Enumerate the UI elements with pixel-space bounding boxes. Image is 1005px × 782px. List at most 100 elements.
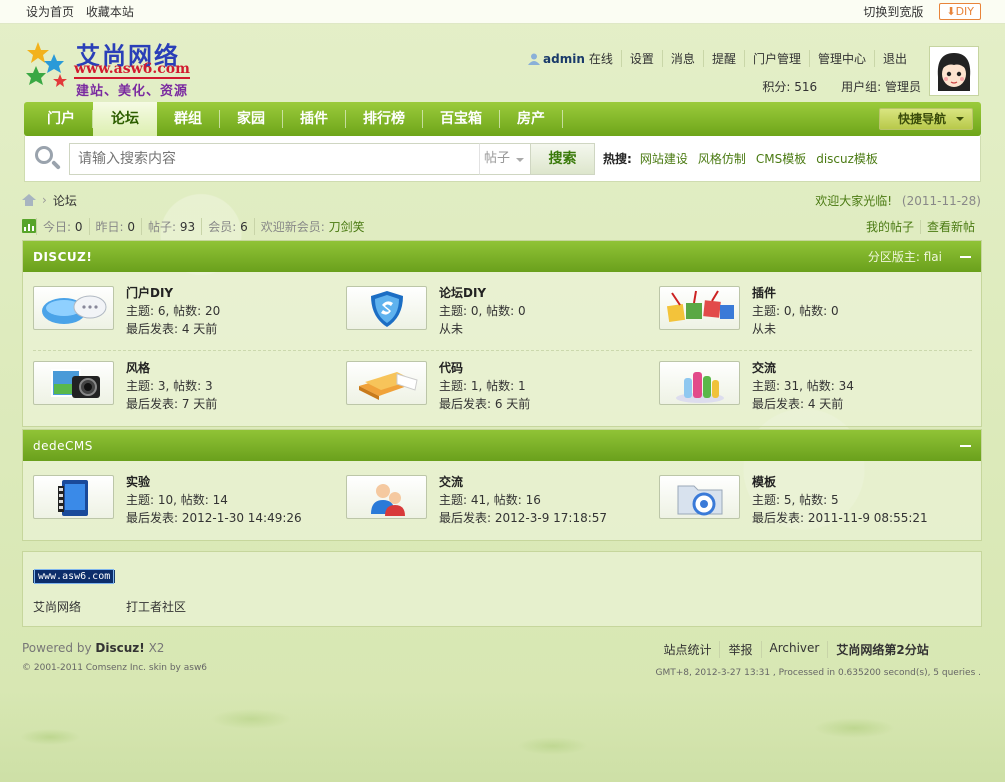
top-bar-left: 设为首页 收藏本站 [26,3,134,20]
collapse-icon[interactable] [960,444,971,447]
stat-today-label: 今日: [43,219,72,234]
new-member-link[interactable]: 刀剑笑 [329,220,365,234]
forum-last-post[interactable]: 最后发表: 4 天前 [752,395,854,413]
search-icon [33,144,63,174]
nav-item-ranking[interactable]: 排行榜 [346,110,423,128]
new-posts-link[interactable]: 查看新帖 [919,219,981,234]
nav-item-home[interactable]: 家园 [220,110,283,128]
search-type-select[interactable]: 帖子 [479,142,531,175]
search-input[interactable] [69,142,479,175]
nav-item-realestate[interactable]: 房产 [500,110,563,128]
admin-center-link[interactable]: 管理中心 [808,50,874,67]
section-header: dedeCMS [23,430,981,461]
breadcrumb-separator-icon: › [42,193,47,207]
cloud-chat-icon[interactable] [33,286,114,330]
forum-stats: 主题: 3, 帖数: 3 [126,379,213,393]
breadcrumb: › 论坛 欢迎大家光临! (2011-11-28) [22,192,981,208]
forum-item: 门户DIY 主题: 6, 帖数: 20 最后发表: 4 天前 [33,276,346,351]
forum-name[interactable]: 交流 [752,361,776,375]
camera-icon[interactable] [33,361,114,405]
friend-link[interactable]: 打工者社区 [126,598,186,615]
site-logo[interactable]: 艾尚网络 www.asw6.com 建站、美化、资源 [24,36,204,99]
powered-brand: Discuz! [95,641,145,655]
moderator-link[interactable]: flai [924,250,942,264]
forum-last-post[interactable]: 最后发表: 7 天前 [126,395,217,413]
puzzle-icon[interactable] [659,286,740,330]
welcome-date: (2011-11-28) [901,193,981,208]
user-credits: 积分: 516 用户组: 管理员 [762,78,921,95]
forum-stats: 主题: 0, 帖数: 0 [439,304,526,318]
forum-name[interactable]: 交流 [439,475,463,489]
forum-name[interactable]: 模板 [752,475,776,489]
forum-item: 风格 主题: 3, 帖数: 3 最后发表: 7 天前 [33,351,346,426]
nav-item-portal[interactable]: 门户 [30,110,93,128]
archiver-link[interactable]: Archiver [760,641,828,658]
username-link[interactable]: admin [543,52,585,66]
bottles-icon[interactable] [659,361,740,405]
friend-links: www.asw6.com 艾尚网络 打工者社区 [22,551,982,627]
branch-site-link[interactable]: 艾尚网络第2分站 [827,641,936,658]
set-home-link[interactable]: 设为首页 [26,5,74,19]
section-title[interactable]: DISCUZ! [33,250,92,264]
forum-stats: 今日: 0 昨日: 0 帖子: 93 会员: 6 欢迎新会员: 刀剑笑 我的帖子… [22,217,981,235]
nav-item-plugins[interactable]: 插件 [283,110,346,128]
friend-link[interactable]: 艾尚网络 [33,598,81,615]
shield-icon[interactable] [346,286,427,330]
hot-label: 热搜: [603,152,632,166]
forum-name[interactable]: 门户DIY [126,286,173,300]
my-posts-link[interactable]: 我的帖子 [860,220,920,234]
users-icon[interactable] [346,475,427,519]
reminders-link[interactable]: 提醒 [702,50,744,67]
friend-link-banner[interactable]: www.asw6.com [33,569,116,584]
logout-link[interactable]: 退出 [873,50,915,67]
section-title[interactable]: dedeCMS [33,439,93,453]
avatar[interactable] [929,46,979,96]
forum-name[interactable]: 插件 [752,286,776,300]
nav-item-treasure[interactable]: 百宝箱 [423,110,500,128]
online-status: 在线 [588,52,613,66]
forum-name[interactable]: 代码 [439,361,463,375]
forum-last-post: 从未 [752,322,777,336]
discuz-link[interactable]: Discuz! [95,641,144,655]
stat-today: 今日: 0 [36,217,89,235]
quick-nav-button[interactable]: 快捷导航 [878,108,973,130]
nav-item-forum[interactable]: 论坛 [93,102,157,136]
breadcrumb-forum[interactable]: 论坛 [53,192,77,209]
switch-width-link[interactable]: 切换到宽版 [863,3,923,20]
user-icon [528,53,541,65]
hot-keyword[interactable]: 风格仿制 [698,150,746,167]
avatar-girl-icon [937,53,971,91]
books-icon[interactable] [346,361,427,405]
report-link[interactable]: 举报 [719,641,760,658]
search-button[interactable]: 搜索 [531,142,595,175]
collapse-icon[interactable] [960,255,971,258]
hot-keyword[interactable]: discuz模板 [816,150,878,167]
forum-name[interactable]: 风格 [126,361,150,375]
forum-last-post[interactable]: 最后发表: 4 天前 [126,320,220,338]
bookmark-link[interactable]: 收藏本站 [86,5,134,19]
folder-icon[interactable] [659,475,740,519]
site-stats-link[interactable]: 站点统计 [655,641,719,658]
forum-last-post[interactable]: 最后发表: 6 天前 [439,395,530,413]
forum-last-post[interactable]: 最后发表: 2012-3-9 17:18:57 [439,509,607,527]
home-icon[interactable] [22,194,36,206]
forum-name[interactable]: 实验 [126,475,150,489]
powered-by: Powered by Discuz! X2 [22,641,207,655]
forum-stats: 主题: 5, 帖数: 5 [752,493,839,507]
film-icon[interactable] [33,475,114,519]
usergroup-link[interactable]: 用户组: 管理员 [841,78,921,95]
portal-admin-link[interactable]: 门户管理 [743,50,809,67]
welcome-notice[interactable]: 欢迎大家光临! [815,194,892,208]
forum-item: 实验 主题: 10, 帖数: 14 最后发表: 2012-1-30 14:49:… [33,465,346,540]
nav-item-groups[interactable]: 群组 [157,110,220,128]
forum-name[interactable]: 论坛DIY [439,286,486,300]
forum-section-dedecms: dedeCMS 实验 主题: 10, 帖数: 14 最后发表: 2012-1-3… [22,429,982,541]
diy-button[interactable]: ⬇DIY [939,3,981,20]
credits-link[interactable]: 积分: 516 [762,78,817,95]
forum-last-post[interactable]: 最后发表: 2011-11-9 08:55:21 [752,509,928,527]
hot-keyword[interactable]: 网站建设 [640,150,688,167]
settings-link[interactable]: 设置 [620,50,662,67]
forum-last-post[interactable]: 最后发表: 2012-1-30 14:49:26 [126,509,302,527]
hot-keyword[interactable]: CMS模板 [756,150,806,167]
messages-link[interactable]: 消息 [661,50,703,67]
